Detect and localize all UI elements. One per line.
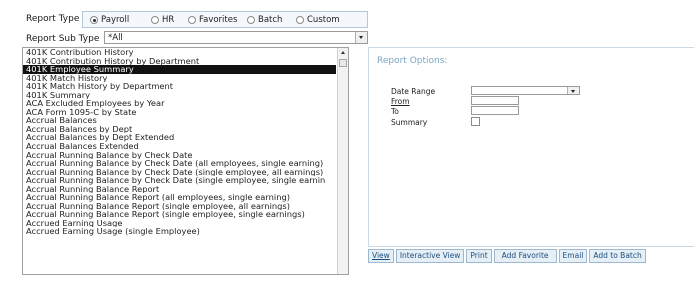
list-item[interactable]: 401K Contribution History bbox=[23, 48, 336, 57]
scroll-up-icon[interactable] bbox=[338, 48, 348, 58]
from-date-input[interactable] bbox=[471, 96, 519, 105]
report-list-items: 401K Contribution History 401K Contributi… bbox=[23, 48, 348, 236]
interactive-view-button[interactable]: Interactive View bbox=[395, 249, 465, 263]
radio-hr[interactable]: HR bbox=[151, 15, 174, 25]
chevron-down-icon[interactable] bbox=[567, 87, 579, 94]
radio-dot-selected[interactable] bbox=[90, 16, 98, 24]
print-button[interactable]: Print bbox=[466, 249, 492, 263]
list-item[interactable]: Accrued Earning Usage (single Employee) bbox=[23, 227, 336, 236]
summary-checkbox[interactable] bbox=[471, 117, 480, 126]
list-item[interactable]: Accrual Running Balance Report (single e… bbox=[23, 210, 336, 219]
radio-favorites[interactable]: Favorites bbox=[188, 15, 237, 25]
add-to-batch-button[interactable]: Add to Batch bbox=[589, 249, 646, 263]
list-item[interactable]: Accrual Running Balance by Check Date (a… bbox=[23, 159, 336, 168]
list-item[interactable]: ACA Excluded Employees by Year bbox=[23, 99, 336, 108]
radio-favorites-label: Favorites bbox=[199, 15, 238, 25]
list-item[interactable]: Accrual Running Balance Report (all empl… bbox=[23, 193, 336, 202]
report-sub-type-label: Report Sub Type bbox=[26, 34, 100, 44]
report-list[interactable]: 401K Contribution History 401K Contributi… bbox=[22, 47, 349, 275]
list-item[interactable]: Accrual Balances Extended bbox=[23, 142, 336, 151]
list-scrollbar[interactable] bbox=[337, 48, 348, 274]
radio-custom[interactable]: Custom bbox=[296, 15, 340, 25]
list-item[interactable]: Accrual Running Balance by Check Date bbox=[23, 151, 336, 160]
date-range-label: Date Range bbox=[391, 87, 436, 96]
report-type-radio-group: Payroll HR Favorites Batch Custom bbox=[82, 11, 368, 28]
to-date-input[interactable] bbox=[471, 106, 519, 115]
list-item[interactable]: ACA Form 1095-C by State bbox=[23, 108, 336, 117]
to-label: To bbox=[391, 107, 399, 116]
radio-dot[interactable] bbox=[247, 16, 255, 24]
date-range-select[interactable] bbox=[471, 86, 580, 95]
radio-dot[interactable] bbox=[188, 16, 196, 24]
list-item[interactable]: 401K Match History bbox=[23, 74, 336, 83]
email-button[interactable]: Email bbox=[558, 249, 588, 263]
list-item[interactable]: 401K Contribution History by Department bbox=[23, 57, 336, 66]
from-label: From bbox=[391, 97, 410, 106]
report-sub-type-row: Report Sub Type *All bbox=[22, 31, 368, 45]
report-sub-type-value: *All bbox=[108, 33, 123, 43]
radio-payroll-label: Payroll bbox=[101, 15, 130, 25]
report-type-row: Report Type Payroll HR Favorites Batch C… bbox=[22, 10, 368, 28]
list-item[interactable]: Accrual Running Balance Report (single e… bbox=[23, 202, 336, 211]
list-item[interactable]: Accrual Balances by Dept Extended bbox=[23, 133, 336, 142]
list-item[interactable]: Accrual Running Balance Report bbox=[23, 185, 336, 194]
radio-dot[interactable] bbox=[296, 16, 304, 24]
summary-label: Summary bbox=[391, 118, 428, 127]
radio-dot[interactable] bbox=[151, 16, 159, 24]
list-item-selected[interactable]: 401K Employee Summary bbox=[23, 65, 336, 74]
report-options-title: Report Options: bbox=[377, 56, 448, 66]
report-sub-type-select[interactable]: *All bbox=[104, 31, 368, 44]
list-item[interactable]: 401K Match History by Department bbox=[23, 82, 336, 91]
add-favorite-button[interactable]: Add Favorite bbox=[493, 249, 557, 263]
list-item[interactable]: 401K Summary bbox=[23, 91, 336, 100]
scroll-thumb[interactable] bbox=[339, 59, 347, 67]
list-item[interactable]: Accrual Running Balance by Check Date (s… bbox=[23, 168, 336, 177]
radio-payroll[interactable]: Payroll bbox=[90, 15, 129, 25]
list-item[interactable]: Accrual Running Balance by Check Date (s… bbox=[23, 176, 336, 185]
view-button[interactable]: View bbox=[368, 249, 394, 263]
report-type-label: Report Type bbox=[26, 14, 80, 24]
radio-custom-label: Custom bbox=[307, 15, 340, 25]
radio-batch-label: Batch bbox=[258, 15, 283, 25]
report-options-panel: Report Options: Date Range From To Summa… bbox=[368, 47, 694, 247]
radio-batch[interactable]: Batch bbox=[247, 15, 282, 25]
list-item[interactable]: Accrued Earning Usage bbox=[23, 219, 336, 228]
radio-hr-label: HR bbox=[162, 15, 175, 25]
action-button-bar: View Interactive View Print Add Favorite… bbox=[368, 249, 648, 263]
chevron-down-icon[interactable] bbox=[355, 32, 367, 43]
list-item[interactable]: Accrual Balances by Dept bbox=[23, 125, 336, 134]
list-item[interactable]: Accrual Balances bbox=[23, 116, 336, 125]
